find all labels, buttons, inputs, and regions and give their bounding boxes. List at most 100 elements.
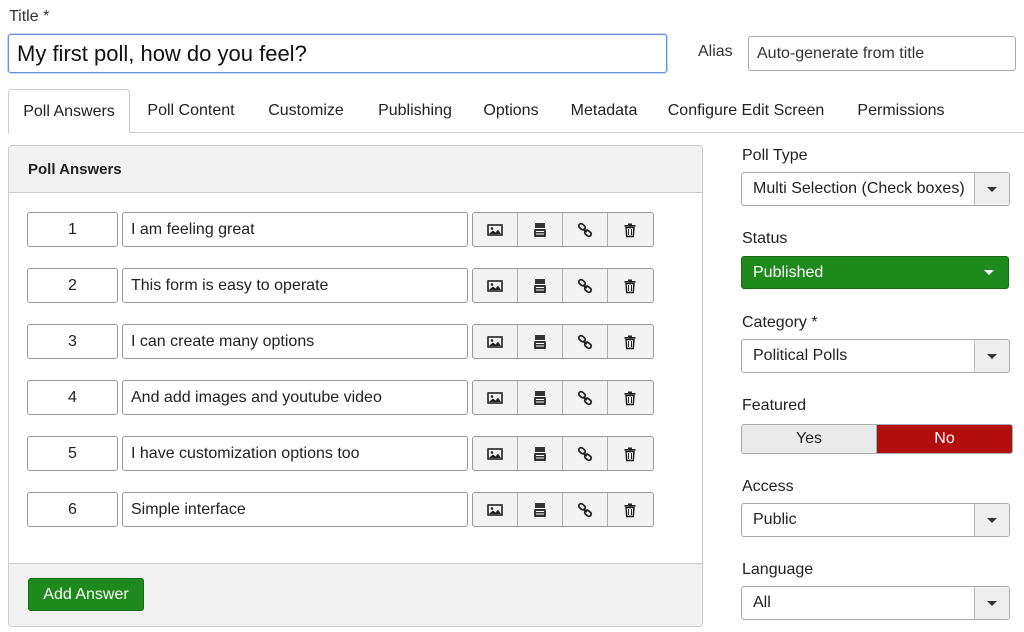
status-select[interactable]: Published bbox=[741, 256, 1009, 289]
tab-options[interactable]: Options bbox=[474, 89, 548, 133]
answer-order-input[interactable]: 4 bbox=[27, 380, 118, 415]
link-icon bbox=[577, 334, 593, 350]
delete-answer-button[interactable] bbox=[608, 381, 653, 414]
poll-type-select[interactable]: Multi Selection (Check boxes) bbox=[741, 172, 1010, 206]
delete-answer-button[interactable] bbox=[608, 325, 653, 358]
answer-actions bbox=[472, 436, 654, 471]
image-icon bbox=[487, 446, 503, 462]
tab-metadata[interactable]: Metadata bbox=[562, 89, 646, 133]
answer-text-input[interactable]: I have customization options too bbox=[122, 436, 468, 471]
chevron-down-icon bbox=[974, 504, 1009, 536]
youtube-icon bbox=[532, 334, 548, 350]
trash-icon bbox=[622, 334, 638, 350]
featured-no-button[interactable]: No bbox=[877, 425, 1012, 453]
delete-answer-button[interactable] bbox=[608, 269, 653, 302]
add-youtube-button[interactable] bbox=[518, 269, 563, 302]
category-select[interactable]: Political Polls bbox=[741, 339, 1010, 373]
tab-bar: Poll Answers Poll Content Customize Publ… bbox=[8, 89, 1024, 134]
answer-text-input[interactable]: And add images and youtube video bbox=[122, 380, 468, 415]
add-image-button[interactable] bbox=[473, 269, 518, 302]
poll-type-value: Multi Selection (Check boxes) bbox=[753, 180, 965, 197]
tab-poll-answers[interactable]: Poll Answers bbox=[8, 89, 130, 134]
image-icon bbox=[487, 390, 503, 406]
add-youtube-button[interactable] bbox=[518, 437, 563, 470]
add-link-button[interactable] bbox=[563, 381, 608, 414]
answer-text-input[interactable]: I can create many options bbox=[122, 324, 468, 359]
language-select[interactable]: All bbox=[741, 586, 1010, 620]
tab-poll-content[interactable]: Poll Content bbox=[138, 89, 244, 133]
youtube-icon bbox=[532, 502, 548, 518]
category-label: Category * bbox=[742, 314, 818, 331]
answer-row: 2 This form is easy to operate bbox=[27, 268, 657, 303]
answer-order-input[interactable]: 2 bbox=[27, 268, 118, 303]
trash-icon bbox=[622, 278, 638, 294]
delete-answer-button[interactable] bbox=[608, 437, 653, 470]
youtube-icon bbox=[532, 446, 548, 462]
add-image-button[interactable] bbox=[473, 437, 518, 470]
tab-configure-edit-screen[interactable]: Configure Edit Screen bbox=[662, 89, 830, 133]
answer-row: 1I am feeling great bbox=[27, 212, 657, 247]
featured-yes-button[interactable]: Yes bbox=[742, 425, 877, 453]
tab-permissions[interactable]: Permissions bbox=[850, 89, 952, 133]
delete-answer-button[interactable] bbox=[608, 493, 653, 526]
add-link-button[interactable] bbox=[563, 437, 608, 470]
tab-publishing[interactable]: Publishing bbox=[367, 89, 463, 133]
answer-order-input[interactable]: 5 bbox=[27, 436, 118, 471]
answer-order-input[interactable]: 3 bbox=[27, 324, 118, 359]
add-youtube-button[interactable] bbox=[518, 325, 563, 358]
chevron-down-icon bbox=[974, 587, 1009, 619]
youtube-icon bbox=[532, 278, 548, 294]
answer-row: 6 Simple interface bbox=[27, 492, 657, 527]
add-image-button[interactable] bbox=[473, 381, 518, 414]
image-icon bbox=[487, 334, 503, 350]
panel-footer: Add Answer bbox=[9, 563, 702, 626]
answer-text-input[interactable]: I am feeling great bbox=[122, 212, 468, 247]
panel-header: Poll Answers bbox=[9, 146, 702, 193]
alias-label: Alias bbox=[698, 43, 733, 60]
add-youtube-button[interactable] bbox=[518, 213, 563, 246]
tab-customize[interactable]: Customize bbox=[258, 89, 354, 133]
status-value: Published bbox=[753, 263, 824, 281]
link-icon bbox=[577, 278, 593, 294]
title-label: Title * bbox=[9, 8, 50, 25]
add-youtube-button[interactable] bbox=[518, 381, 563, 414]
answer-text-input[interactable]: This form is easy to operate bbox=[122, 268, 468, 303]
add-image-button[interactable] bbox=[473, 213, 518, 246]
image-icon bbox=[487, 502, 503, 518]
status-label: Status bbox=[742, 230, 788, 247]
answer-actions bbox=[472, 380, 654, 415]
youtube-icon bbox=[532, 390, 548, 406]
poll-type-label: Poll Type bbox=[742, 147, 808, 164]
add-link-button[interactable] bbox=[563, 493, 608, 526]
answer-text-input[interactable]: Simple interface bbox=[122, 492, 468, 527]
answer-actions bbox=[472, 212, 654, 247]
add-image-button[interactable] bbox=[473, 325, 518, 358]
title-input[interactable] bbox=[8, 34, 667, 73]
answer-order-input[interactable]: 6 bbox=[27, 492, 118, 527]
answer-row: 5I have customization options too bbox=[27, 436, 657, 471]
alias-input[interactable] bbox=[748, 36, 1016, 71]
add-link-button[interactable] bbox=[563, 269, 608, 302]
trash-icon bbox=[622, 390, 638, 406]
category-value: Political Polls bbox=[753, 347, 848, 364]
featured-toggle: Yes No bbox=[741, 424, 1013, 454]
delete-answer-button[interactable] bbox=[608, 213, 653, 246]
trash-icon bbox=[622, 222, 638, 238]
chevron-down-icon bbox=[974, 340, 1009, 372]
link-icon bbox=[577, 222, 593, 238]
add-link-button[interactable] bbox=[563, 213, 608, 246]
link-icon bbox=[577, 390, 593, 406]
add-image-button[interactable] bbox=[473, 493, 518, 526]
answer-actions bbox=[472, 268, 654, 303]
add-answer-button[interactable]: Add Answer bbox=[28, 578, 144, 611]
access-select[interactable]: Public bbox=[741, 503, 1010, 537]
access-value: Public bbox=[753, 511, 797, 528]
answer-row: 4 And add images and youtube video bbox=[27, 380, 657, 415]
chevron-down-icon bbox=[984, 270, 994, 275]
language-value: All bbox=[753, 594, 771, 611]
add-youtube-button[interactable] bbox=[518, 493, 563, 526]
answer-actions bbox=[472, 492, 654, 527]
answer-order-input[interactable]: 1 bbox=[27, 212, 118, 247]
add-link-button[interactable] bbox=[563, 325, 608, 358]
access-label: Access bbox=[742, 478, 794, 495]
